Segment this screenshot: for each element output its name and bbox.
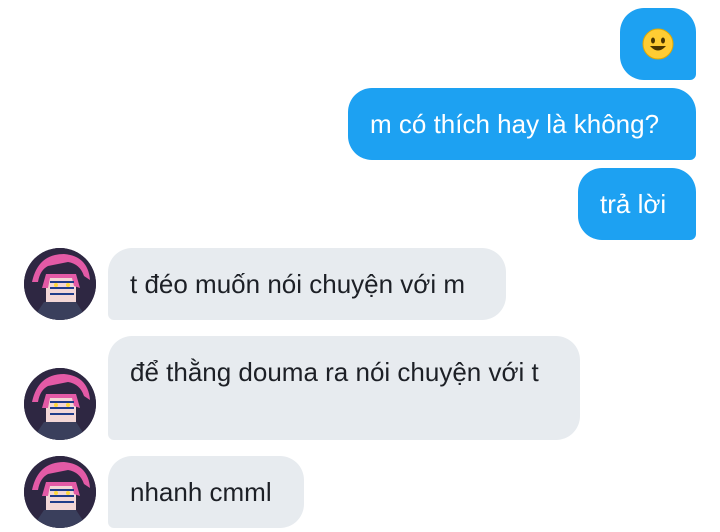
chat-thread: m có thích hay là không? trả lời t đéo m…	[0, 0, 720, 532]
smiley-face-icon	[642, 28, 674, 60]
anime-character-avatar[interactable]	[24, 248, 96, 320]
avatar-image	[24, 456, 96, 528]
incoming-message[interactable]: để thằng douma ra nói chuyện với t	[108, 336, 580, 440]
outgoing-message[interactable]: m có thích hay là không?	[348, 88, 696, 160]
anime-character-avatar[interactable]	[24, 456, 96, 528]
outgoing-message-emoji[interactable]	[620, 8, 696, 80]
incoming-message[interactable]: nhanh cmml	[108, 456, 304, 528]
avatar-image	[24, 248, 96, 320]
anime-character-avatar[interactable]	[24, 368, 96, 440]
outgoing-message[interactable]: trả lời	[578, 168, 696, 240]
incoming-message[interactable]: t đéo muốn nói chuyện với m	[108, 248, 506, 320]
avatar-image	[24, 368, 96, 440]
